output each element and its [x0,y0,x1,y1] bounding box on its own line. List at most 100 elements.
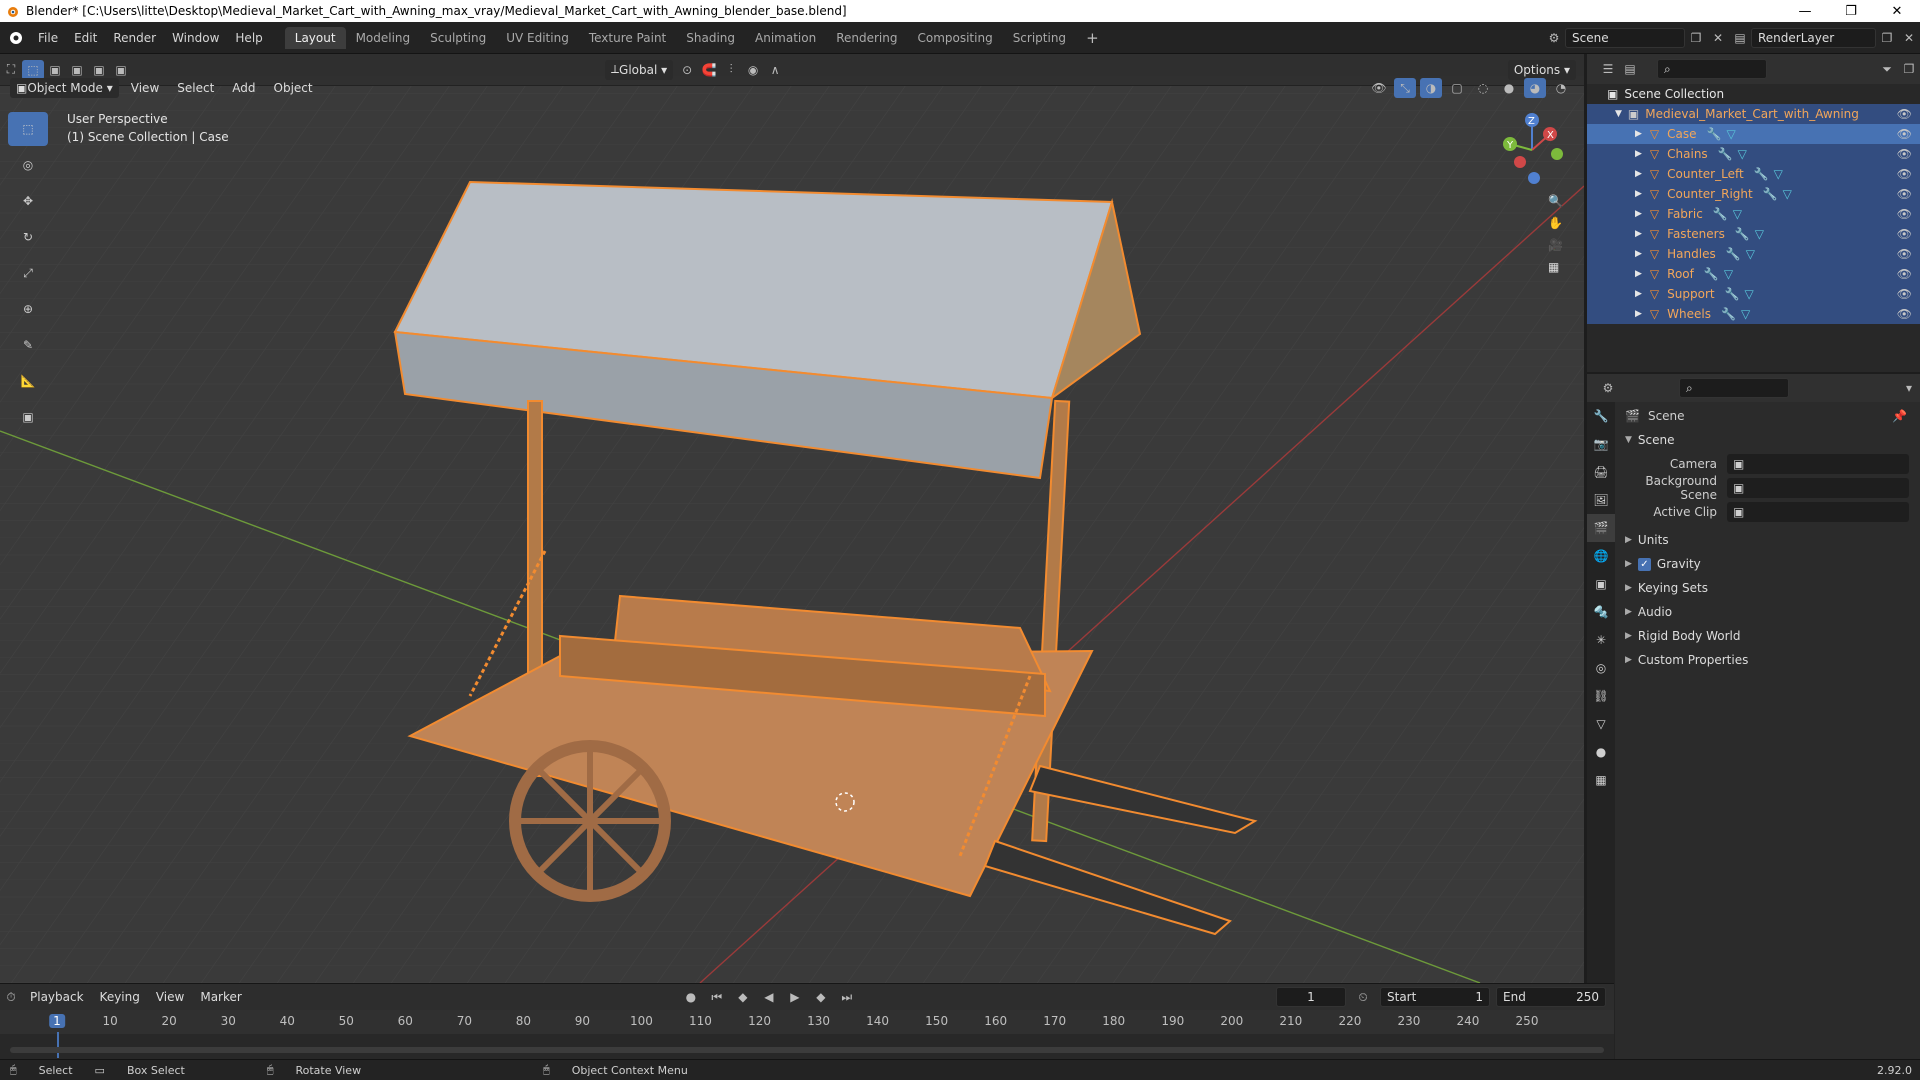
rendered-shading-icon[interactable]: ◔ [1550,78,1572,98]
outliner-item-case[interactable]: ▶ ▽ Case 🔧 ▽ 👁 [1587,124,1920,144]
viewport-canvas[interactable] [0,76,1584,983]
outliner-item-fasteners[interactable]: ▶ ▽ Fasteners 🔧 ▽ 👁 [1587,224,1920,244]
new-collection-icon[interactable]: ❐ [1898,59,1920,79]
new-scene-icon[interactable]: ❐ [1685,28,1707,48]
wrench-icon[interactable]: 🔧 [1763,187,1778,201]
expand-right-icon[interactable]: ▶ [1635,289,1642,299]
properties-type-icon[interactable]: ⚙ [1597,378,1619,398]
mesh-data-icon[interactable]: ▽ [1774,167,1783,181]
expand-right-icon[interactable]: ▶ [1635,209,1642,219]
move-tool-icon[interactable]: ✥ [8,184,48,218]
workspace-tab-compositing[interactable]: Compositing [907,27,1002,49]
particles-tab-icon[interactable]: ✳ [1587,626,1615,654]
scene-icon[interactable]: ⚙ [1543,28,1565,48]
eye-icon[interactable]: 👁 [1897,147,1912,161]
clock-icon[interactable]: ⏲ [1352,987,1374,1007]
visibility-icon[interactable]: 👁 [1368,78,1390,98]
chevron-down-icon[interactable]: ▾ [1898,378,1920,398]
wrench-icon[interactable]: 🔧 [1707,127,1722,141]
physics-tab-icon[interactable]: ◎ [1587,654,1615,682]
scale-tool-icon[interactable]: ⤢ [8,256,48,290]
workspace-tab-sculpting[interactable]: Sculpting [420,27,496,49]
expand-right-icon[interactable]: ▶ [1635,269,1642,279]
timeline-scrollbar[interactable] [10,1047,1604,1053]
viewport-menu-view[interactable]: View [122,81,168,95]
wrench-icon[interactable]: 🔧 [1735,227,1750,241]
workspace-tab-modeling[interactable]: Modeling [346,27,421,49]
scene-panel-header[interactable]: ▼ Scene [1617,428,1917,452]
collection-row[interactable]: ▼ ▣ Medieval_Market_Cart_with_Awning 👁 [1587,104,1920,124]
solid-shading-icon[interactable]: ● [1498,78,1520,98]
select-box-tool-icon[interactable]: ⬚ [8,112,48,146]
menu-help[interactable]: Help [227,31,270,45]
eye-icon[interactable]: 👁 [1897,187,1912,201]
view-layer-tab-icon[interactable]: 🖼 [1587,486,1615,514]
rotate-tool-icon[interactable]: ↻ [8,220,48,254]
add-cube-tool-icon[interactable]: ▣ [8,400,48,434]
next-keyframe-icon[interactable]: ◆ [810,987,832,1007]
scene-selector[interactable]: Scene [1565,28,1685,48]
workspace-tab-scripting[interactable]: Scripting [1003,27,1076,49]
view-layer-icon[interactable]: ▤ [1729,28,1751,48]
constraints-tab-icon[interactable]: ⛓ [1587,682,1615,710]
transform-tool-icon[interactable]: ⊕ [8,292,48,326]
prev-keyframe-icon[interactable]: ◆ [732,987,754,1007]
viewport-menu-object[interactable]: Object [265,81,322,95]
jump-end-icon[interactable]: ⏭ [836,987,858,1007]
panel-keying-sets[interactable]: ▶ Keying Sets [1617,576,1917,600]
material-shading-icon[interactable]: ◕ [1524,78,1546,98]
outliner-item-wheels[interactable]: ▶ ▽ Wheels 🔧 ▽ 👁 [1587,304,1920,324]
delete-layer-icon[interactable]: ✕ [1898,28,1920,48]
eye-icon[interactable]: 👁 [1897,287,1912,301]
new-layer-icon[interactable]: ❐ [1876,28,1898,48]
mesh-data-icon[interactable]: ▽ [1724,267,1733,281]
wrench-icon[interactable]: 🔧 [1718,147,1733,161]
minimize-icon[interactable]: — [1782,4,1828,19]
pin-icon[interactable]: 📌 [1892,409,1907,423]
expand-right-icon[interactable]: ▶ [1635,129,1642,139]
properties-search-input[interactable]: ⌕ [1679,378,1789,398]
play-reverse-icon[interactable]: ◀ [758,987,780,1007]
outliner-item-handles[interactable]: ▶ ▽ Handles 🔧 ▽ 👁 [1587,244,1920,264]
mesh-data-icon[interactable]: ▽ [1783,187,1792,201]
menu-window[interactable]: Window [164,31,227,45]
start-frame-field[interactable]: Start 1 [1380,987,1490,1007]
eye-icon[interactable]: 👁 [1897,307,1912,321]
play-icon[interactable]: ▶ [784,987,806,1007]
object-tab-icon[interactable]: ▣ [1587,570,1615,598]
end-frame-field[interactable]: End 250 [1496,987,1606,1007]
menu-edit[interactable]: Edit [66,31,105,45]
overlay-icon[interactable]: ◑ [1420,78,1442,98]
workspace-tab-animation[interactable]: Animation [745,27,826,49]
delete-scene-icon[interactable]: ✕ [1707,28,1729,48]
zoom-icon[interactable]: 🔍 [1548,194,1563,208]
scene-collection-row[interactable]: ▣ Scene Collection [1587,84,1920,104]
ortho-grid-icon[interactable]: ▦ [1548,260,1563,274]
mesh-data-icon[interactable]: ▽ [1741,307,1750,321]
workspace-tab-uv-editing[interactable]: UV Editing [496,27,579,49]
add-workspace-icon[interactable]: + [1076,25,1109,51]
gizmo-icon[interactable]: ⤡ [1394,78,1416,98]
cursor-tool-icon[interactable]: ◎ [8,148,48,182]
pan-hand-icon[interactable]: ✋ [1548,216,1563,230]
viewport-menu-select[interactable]: Select [168,81,223,95]
outliner-search-input[interactable]: ⌕ [1657,59,1767,79]
prop-field[interactable]: ▣ [1727,454,1909,474]
outliner-item-roof[interactable]: ▶ ▽ Roof 🔧 ▽ 👁 [1587,264,1920,284]
prop-field[interactable]: ▣ [1727,502,1909,522]
timeline-menu-view[interactable]: View [148,990,192,1004]
render-tab-icon[interactable]: 📷 [1587,430,1615,458]
mesh-data-icon[interactable]: ▽ [1738,147,1747,161]
expand-right-icon[interactable]: ▶ [1635,189,1642,199]
workspace-tab-shading[interactable]: Shading [676,27,745,49]
wrench-icon[interactable]: 🔧 [1721,307,1736,321]
eye-icon[interactable]: 👁 [1897,107,1912,121]
wrench-icon[interactable]: 🔧 [1725,287,1740,301]
expand-right-icon[interactable]: ▶ [1635,229,1642,239]
timeline-menu-playback[interactable]: Playback [22,990,92,1004]
viewport-menu-add[interactable]: Add [223,81,264,95]
expand-right-icon[interactable]: ▶ [1635,249,1642,259]
eye-icon[interactable]: 👁 [1897,167,1912,181]
panel-custom-properties[interactable]: ▶ Custom Properties [1617,648,1917,672]
expand-right-icon[interactable]: ▶ [1635,309,1642,319]
